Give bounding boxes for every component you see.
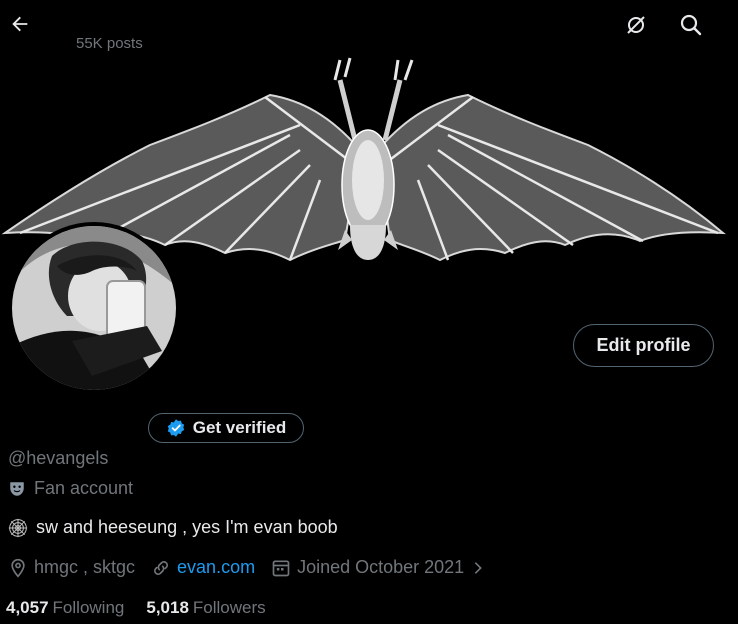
location: hmgc , sktgc (8, 557, 135, 578)
edit-profile-button[interactable]: Edit profile (573, 324, 714, 367)
calendar-icon (272, 560, 290, 576)
spider-web-icon (8, 518, 28, 537)
link-icon (154, 560, 168, 575)
grok-icon (627, 16, 645, 34)
get-verified-label: Get verified (192, 418, 287, 437)
following-count: 4,057 (6, 598, 49, 617)
search-icon (680, 14, 702, 36)
join-date-label: Joined October 2021 (297, 557, 465, 577)
profile-bio: sw and heeseung , yes I'm evan boob (8, 517, 338, 538)
bio-text: sw and heeseung , yes I'm evan boob (36, 517, 338, 537)
profile-stats: 4,057 Following 5,018 Followers (6, 598, 266, 618)
website-link[interactable]: evan.com (177, 557, 255, 578)
grok-button[interactable] (620, 9, 652, 41)
followers-count: 5,018 (146, 598, 189, 617)
profile-meta: hmgc , sktgc evan.com Joined October 202… (8, 557, 502, 578)
avatar-image (12, 226, 176, 390)
join-date[interactable]: Joined October 2021 (271, 557, 486, 578)
verified-badge-icon (167, 419, 184, 437)
following-link[interactable]: 4,057 Following (6, 598, 124, 618)
category-label: Fan account (34, 478, 134, 498)
back-arrow-icon (12, 16, 28, 32)
location-label: hmgc , sktgc (34, 557, 136, 577)
back-button[interactable] (4, 8, 36, 40)
top-bar: 55K posts (0, 0, 738, 60)
chevron-right-icon (474, 561, 483, 574)
followers-link[interactable]: 5,018 Followers (146, 598, 265, 618)
location-pin-icon (11, 558, 25, 578)
search-button[interactable] (675, 9, 707, 41)
get-verified-button[interactable]: Get verified (148, 413, 304, 443)
following-label: Following (52, 598, 125, 617)
profile-handle: @hevangels (8, 448, 109, 468)
website: evan.com (151, 557, 255, 578)
profile-category: Fan account (8, 478, 133, 499)
followers-label: Followers (192, 598, 266, 617)
profile-avatar[interactable] (8, 222, 180, 394)
post-count: 55K posts (76, 35, 143, 52)
theater-mask-icon (10, 481, 24, 496)
